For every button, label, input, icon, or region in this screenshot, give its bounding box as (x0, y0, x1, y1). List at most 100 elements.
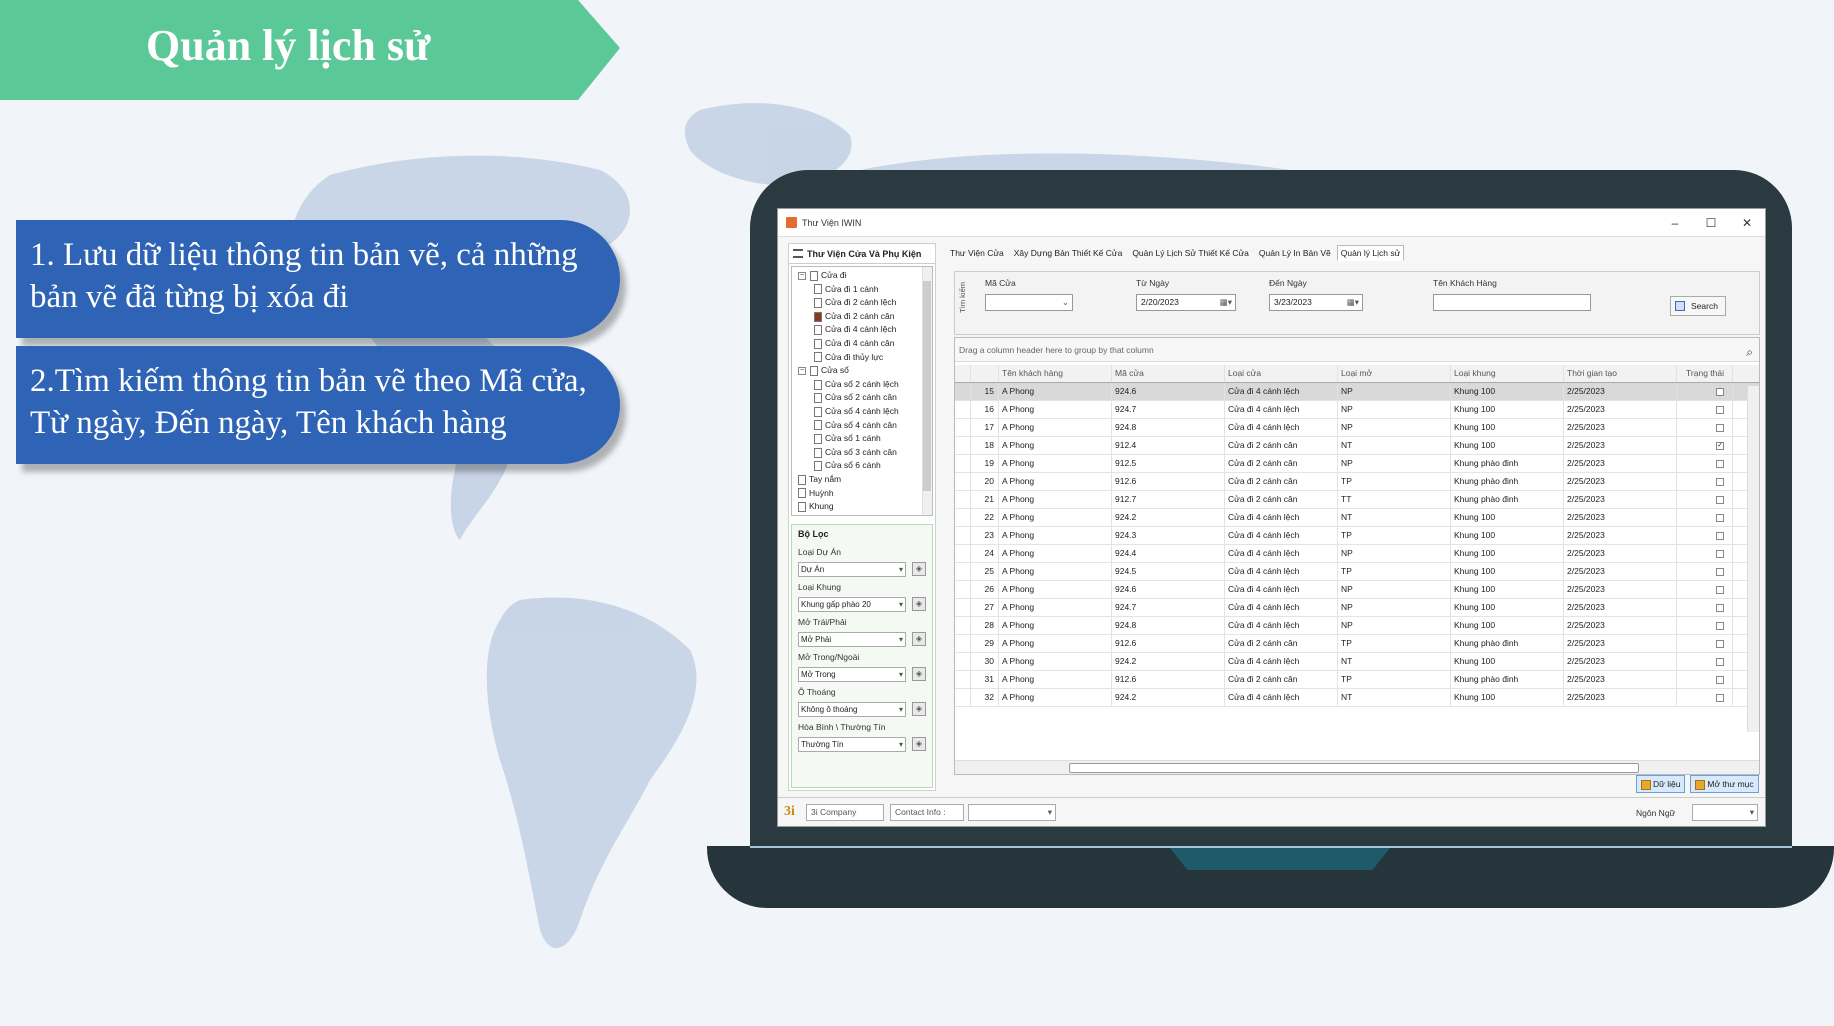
filter-select[interactable]: Mở Trong (798, 666, 906, 682)
status-dropdown[interactable]: ▾ (968, 804, 1056, 821)
tree-item[interactable]: Cửa sổ 4 cánh lệch (792, 405, 932, 419)
minimize-button[interactable]: – (1657, 216, 1693, 230)
status-checkbox[interactable] (1716, 531, 1724, 540)
tree-item[interactable]: Cửa sổ 6 cánh (792, 459, 932, 473)
table-row[interactable]: 20 A Phong 912.6 Cửa đi 2 cánh cân TP Khung p… (955, 473, 1759, 491)
status-checkbox[interactable] (1716, 477, 1724, 486)
clear-filter-icon[interactable]: ◈ (912, 702, 926, 716)
tree-item[interactable]: Khung (792, 500, 932, 514)
table-row[interactable]: 31 A Phong 912.6 Cửa đi 2 cánh cân TP Khung p… (955, 671, 1759, 689)
tree-item[interactable]: Cửa sổ 2 cánh lệch (792, 378, 932, 392)
status-checkbox[interactable] (1716, 423, 1724, 432)
table-row[interactable]: 32 A Phong 924.2 Cửa đi 4 cánh lệch NT Khung … (955, 689, 1759, 707)
column-header[interactable]: Loại khung (1451, 365, 1564, 382)
table-row[interactable]: 25 A Phong 924.5 Cửa đi 4 cánh lệch TP Khung … (955, 563, 1759, 581)
table-row[interactable]: 24 A Phong 924.4 Cửa đi 4 cánh lệch NP Khung … (955, 545, 1759, 563)
filter-select[interactable]: Khung gấp phào 20 (798, 596, 906, 612)
table-row[interactable]: 21 A Phong 912.7 Cửa đi 2 cánh cân TT Khung p… (955, 491, 1759, 509)
maximize-button[interactable]: ☐ (1693, 216, 1729, 230)
tab-1[interactable]: Xây Dựng Bản Thiết Kế Cửa (1010, 245, 1127, 261)
status-checkbox[interactable] (1716, 657, 1724, 666)
tree-item[interactable]: Cửa sổ 2 cánh cân (792, 391, 932, 405)
table-row[interactable]: 18 A Phong 912.4 Cửa đi 2 cánh cân NT Khung 1… (955, 437, 1759, 455)
status-checkbox[interactable] (1716, 585, 1724, 594)
clear-filter-icon[interactable]: ◈ (912, 737, 926, 751)
status-checkbox[interactable] (1716, 513, 1724, 522)
table-row[interactable]: 19 A Phong 912.5 Cửa đi 2 cánh cân NP Khung p… (955, 455, 1759, 473)
status-checkbox[interactable] (1716, 603, 1724, 612)
tree-item[interactable]: − Cửa đi (792, 269, 932, 283)
column-header[interactable]: Loại cửa (1225, 365, 1338, 382)
open-folder-button[interactable]: Mở thư mục (1690, 775, 1759, 793)
tab-2[interactable]: Quản Lý Lịch Sử Thiết Kế Cửa (1128, 245, 1253, 261)
tree-item[interactable]: Cửa sổ 3 cánh cân (792, 446, 932, 460)
column-header[interactable]: Mã cửa (1112, 365, 1225, 382)
tu-ngay-date-picker[interactable]: 2/20/2023 ▦▾ (1136, 294, 1236, 311)
tree-item[interactable]: Cửa đi 2 cánh lệch (792, 296, 932, 310)
group-by-panel[interactable]: Drag a column header here to group by th… (955, 338, 1759, 362)
table-row[interactable]: 16 A Phong 924.7 Cửa đi 4 cánh lệch NP Khung … (955, 401, 1759, 419)
clear-filter-icon[interactable]: ◈ (912, 632, 926, 646)
table-row[interactable]: 22 A Phong 924.2 Cửa đi 4 cánh lệch NT Khung … (955, 509, 1759, 527)
close-button[interactable]: ✕ (1729, 216, 1765, 230)
clear-filter-icon[interactable]: ◈ (912, 667, 926, 681)
clear-filter-icon[interactable]: ◈ (912, 562, 926, 576)
tab-0[interactable]: Thư Viện Cửa (946, 245, 1008, 261)
table-row[interactable]: 29 A Phong 912.6 Cửa đi 2 cánh cân TP Khung p… (955, 635, 1759, 653)
filter-select[interactable]: Thường Tín (798, 736, 906, 752)
tree-item[interactable]: Cửa đi 1 cánh (792, 283, 932, 297)
data-button[interactable]: Dữ liệu (1636, 775, 1686, 793)
status-checkbox[interactable]: ✓ (1716, 441, 1724, 450)
table-row[interactable]: 27 A Phong 924.7 Cửa đi 4 cánh lệch NP Khung … (955, 599, 1759, 617)
tree-item[interactable]: Cửa sổ 4 cánh cân (792, 419, 932, 433)
table-row[interactable]: 23 A Phong 924.3 Cửa đi 4 cánh lệch TP Khung … (955, 527, 1759, 545)
tab-4[interactable]: Quản lý Lịch sử (1336, 245, 1405, 261)
tree-item[interactable]: Cửa đi 2 cánh cân (792, 310, 932, 324)
status-checkbox[interactable] (1716, 495, 1724, 504)
den-ngay-date-picker[interactable]: 3/23/2023 ▦▾ (1269, 294, 1363, 311)
tree-item[interactable]: Cửa đi 4 cánh lệch (792, 323, 932, 337)
column-header[interactable]: Tên khách hàng (999, 365, 1112, 382)
filter-select[interactable]: Không ô thoáng (798, 701, 906, 717)
company-field[interactable]: 3i Company (806, 804, 884, 821)
tree-item[interactable]: − Cửa sổ (792, 364, 932, 378)
collapse-icon[interactable]: − (798, 366, 806, 375)
table-row[interactable]: 15 A Phong 924.6 Cửa đi 4 cánh lệch NP Khung … (955, 383, 1759, 401)
table-row[interactable]: 28 A Phong 924.8 Cửa đi 4 cánh lệch NP Khung … (955, 617, 1759, 635)
filter-select[interactable]: Mở Phải (798, 631, 906, 647)
tab-3[interactable]: Quản Lý In Bản Vẽ (1255, 245, 1335, 261)
status-checkbox[interactable] (1716, 387, 1724, 396)
status-checkbox[interactable] (1716, 567, 1724, 576)
tree-item[interactable]: Cửa đi 4 cánh cân (792, 337, 932, 351)
search-button[interactable]: Search (1670, 296, 1726, 316)
grid-horizontal-scrollbar[interactable] (955, 760, 1759, 774)
tree-item[interactable]: Cửa sổ 1 cánh (792, 432, 932, 446)
scrollbar-thumb[interactable] (1069, 763, 1639, 773)
scrollbar-thumb[interactable] (923, 281, 931, 491)
contact-field[interactable]: Contact Info : (890, 804, 964, 821)
filter-select[interactable]: Dự Án (798, 561, 906, 577)
find-icon[interactable]: ⌕ (1746, 340, 1753, 364)
column-header[interactable]: Thời gian tạo (1564, 365, 1677, 382)
status-checkbox[interactable] (1716, 405, 1724, 414)
status-checkbox[interactable] (1716, 675, 1724, 684)
collapse-icon[interactable]: − (798, 271, 806, 280)
tree-item[interactable]: Cửa đi thủy lực (792, 351, 932, 365)
tree-item[interactable]: Huỳnh (792, 487, 932, 501)
table-row[interactable]: 26 A Phong 924.6 Cửa đi 4 cánh lệch NP Khung … (955, 581, 1759, 599)
clear-filter-icon[interactable]: ◈ (912, 597, 926, 611)
status-checkbox[interactable] (1716, 459, 1724, 468)
status-checkbox[interactable] (1716, 639, 1724, 648)
status-checkbox[interactable] (1716, 693, 1724, 702)
column-header[interactable]: Trạng thái (1677, 365, 1733, 382)
table-row[interactable]: 17 A Phong 924.8 Cửa đi 4 cánh lệch NP Khung … (955, 419, 1759, 437)
ma-cua-select[interactable]: ⌄ (985, 294, 1073, 311)
grid-vertical-scrollbar[interactable] (1747, 386, 1759, 732)
language-dropdown[interactable]: ▾ (1692, 804, 1758, 821)
tree-item[interactable]: Tay nắm (792, 473, 932, 487)
status-checkbox[interactable] (1716, 621, 1724, 630)
ten-khach-hang-input[interactable] (1433, 294, 1591, 311)
table-row[interactable]: 30 A Phong 924.2 Cửa đi 4 cánh lệch NT Khung … (955, 653, 1759, 671)
tree-scrollbar[interactable] (922, 267, 932, 515)
column-header[interactable]: Loại mở (1338, 365, 1451, 382)
